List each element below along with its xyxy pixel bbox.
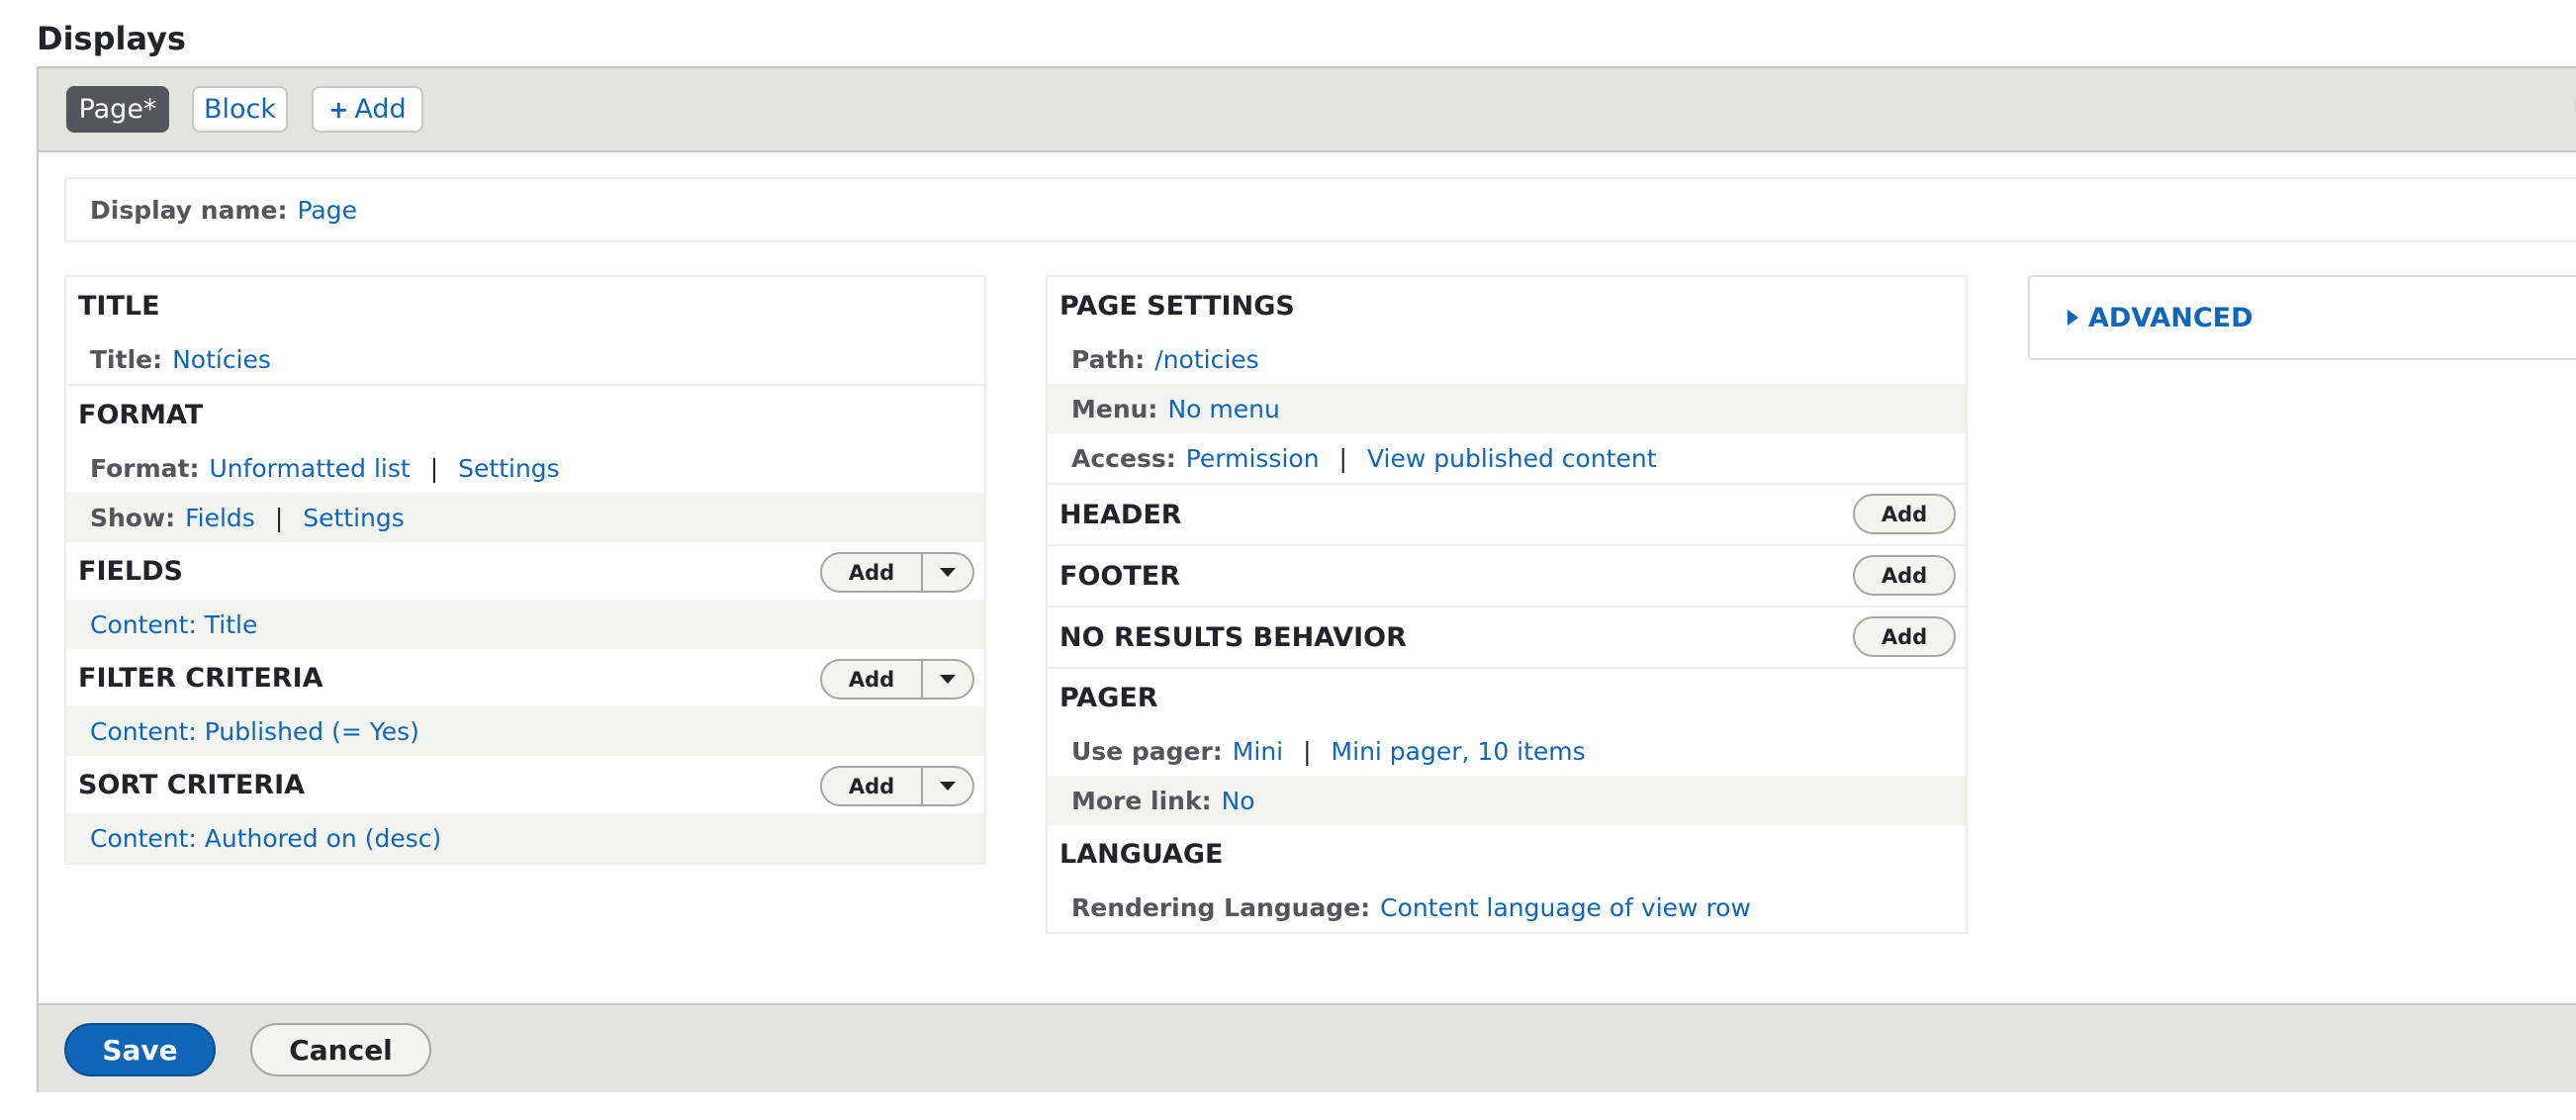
filter-item-link[interactable]: Content: Published (= Yes) <box>90 717 419 746</box>
show-link[interactable]: Fields <box>185 504 255 532</box>
access-detail-link[interactable]: View published content <box>1367 444 1657 473</box>
rendering-language-link[interactable]: Content language of view row <box>1380 893 1751 922</box>
plus-icon: + <box>328 95 349 124</box>
left-column: TITLE Title: Notícies FORMAT Format: Unf… <box>64 275 986 865</box>
title-label: Title: <box>90 344 163 374</box>
format-label: Format: <box>90 453 200 483</box>
path-row: Path: /noticies <box>1048 334 1966 384</box>
triangle-right-icon <box>2068 310 2078 326</box>
pager-section-heading: PAGER <box>1059 682 1158 713</box>
menu-row: Menu: No menu <box>1048 384 1966 433</box>
fields-item-row: Content: Title <box>66 600 984 649</box>
footer-section-heading: FOOTER Add <box>1048 546 1966 606</box>
format-link[interactable]: Unformatted list <box>209 454 410 483</box>
pager-options-link[interactable]: Mini pager, 10 items <box>1332 737 1586 766</box>
filter-item-row: Content: Published (= Yes) <box>66 706 984 756</box>
display-name-row: Display name: Page <box>64 177 2576 242</box>
more-link-row: More link: No <box>1048 776 1966 825</box>
middle-column: PAGE SETTINGS Path: /noticies Menu: No m… <box>1046 275 1968 934</box>
title-row: Title: Notícies <box>66 334 984 384</box>
no-results-add-button[interactable]: Add <box>1853 616 1956 657</box>
fields-heading-label: FIELDS <box>78 555 183 587</box>
chevron-down-icon <box>940 782 956 791</box>
chevron-down-icon <box>940 568 956 577</box>
more-link-link[interactable]: No <box>1222 787 1255 815</box>
format-section-heading: FORMAT <box>78 399 204 430</box>
more-link-label: More link: <box>1071 786 1212 815</box>
field-item-link[interactable]: Content: Title <box>90 610 257 639</box>
filter-add-dropbutton: Add <box>820 659 974 700</box>
page-settings-heading: PAGE SETTINGS <box>1059 290 1295 322</box>
separator: | <box>429 453 439 483</box>
header-heading-label: HEADER <box>1059 499 1182 530</box>
path-link[interactable]: /noticies <box>1154 345 1258 374</box>
fields-add-toggle[interactable] <box>923 554 972 591</box>
rendering-language-label: Rendering Language: <box>1071 892 1371 922</box>
use-pager-link[interactable]: Mini <box>1233 737 1283 766</box>
tab-block[interactable]: Block <box>192 86 288 133</box>
separator: | <box>274 503 284 532</box>
sort-add-toggle[interactable] <box>923 768 972 804</box>
filter-add-toggle[interactable] <box>923 661 972 698</box>
separator: | <box>1303 736 1312 766</box>
sort-item-row: Content: Authored on (desc) <box>66 813 984 863</box>
rendering-language-row: Rendering Language: Content language of … <box>1048 883 1966 932</box>
use-pager-row: Use pager: Mini | Mini pager, 10 items <box>1048 726 1966 776</box>
title-section-heading: TITLE <box>78 290 160 322</box>
no-results-heading-label: NO RESULTS BEHAVIOR <box>1059 621 1407 653</box>
filter-section-heading: FILTER CRITERIA Add <box>66 649 984 706</box>
title-link[interactable]: Notícies <box>172 345 271 374</box>
form-actions-bar: Save Cancel <box>39 1003 2576 1092</box>
separator: | <box>1338 443 1347 473</box>
access-row: Access: Permission | View published cont… <box>1048 433 1966 483</box>
format-settings-link[interactable]: Settings <box>458 454 560 483</box>
sort-add-button[interactable]: Add <box>822 768 923 804</box>
sort-heading-label: SORT CRITERIA <box>78 769 306 800</box>
no-results-section-heading: NO RESULTS BEHAVIOR Add <box>1048 607 1966 667</box>
fields-add-button[interactable]: Add <box>822 554 923 591</box>
language-section-heading: LANGUAGE <box>1059 838 1224 870</box>
footer-add-button[interactable]: Add <box>1853 555 1956 596</box>
show-settings-link[interactable]: Settings <box>303 504 405 532</box>
sort-section-heading: SORT CRITERIA Add <box>66 756 984 813</box>
path-label: Path: <box>1071 344 1146 374</box>
use-pager-label: Use pager: <box>1071 736 1223 766</box>
menu-label: Menu: <box>1071 394 1158 423</box>
display-name-label: Display name: <box>90 195 288 225</box>
fields-section-heading: FIELDS Add <box>66 542 984 600</box>
access-label: Access: <box>1071 443 1176 473</box>
displays-heading: Displays <box>37 20 186 57</box>
displays-panel: Page* Block + Add Display name: Page TIT… <box>37 66 2576 1092</box>
filter-add-button[interactable]: Add <box>822 661 923 698</box>
header-section-heading: HEADER Add <box>1048 485 1966 544</box>
menu-link[interactable]: No menu <box>1167 395 1279 423</box>
display-name-link[interactable]: Page <box>297 196 357 225</box>
show-row: Show: Fields | Settings <box>66 493 984 542</box>
fields-add-dropbutton: Add <box>820 552 974 593</box>
sort-item-link[interactable]: Content: Authored on (desc) <box>90 824 441 853</box>
advanced-toggle[interactable]: ADVANCED <box>2028 275 2576 360</box>
show-label: Show: <box>90 503 176 532</box>
add-display-button[interactable]: + Add <box>312 86 423 133</box>
filter-heading-label: FILTER CRITERIA <box>78 662 323 694</box>
tab-page[interactable]: Page* <box>66 86 169 133</box>
footer-heading-label: FOOTER <box>1059 560 1181 592</box>
display-tabs-bar: Page* Block + Add <box>39 68 2576 152</box>
save-button[interactable]: Save <box>64 1023 216 1076</box>
sort-add-dropbutton: Add <box>820 766 974 806</box>
cancel-button[interactable]: Cancel <box>250 1023 431 1076</box>
add-display-label: Add <box>354 94 407 125</box>
header-add-button[interactable]: Add <box>1853 494 1956 534</box>
advanced-label: ADVANCED <box>2088 302 2254 333</box>
chevron-down-icon <box>940 675 956 684</box>
format-row: Format: Unformatted list | Settings <box>66 443 984 493</box>
access-link[interactable]: Permission <box>1186 444 1320 473</box>
